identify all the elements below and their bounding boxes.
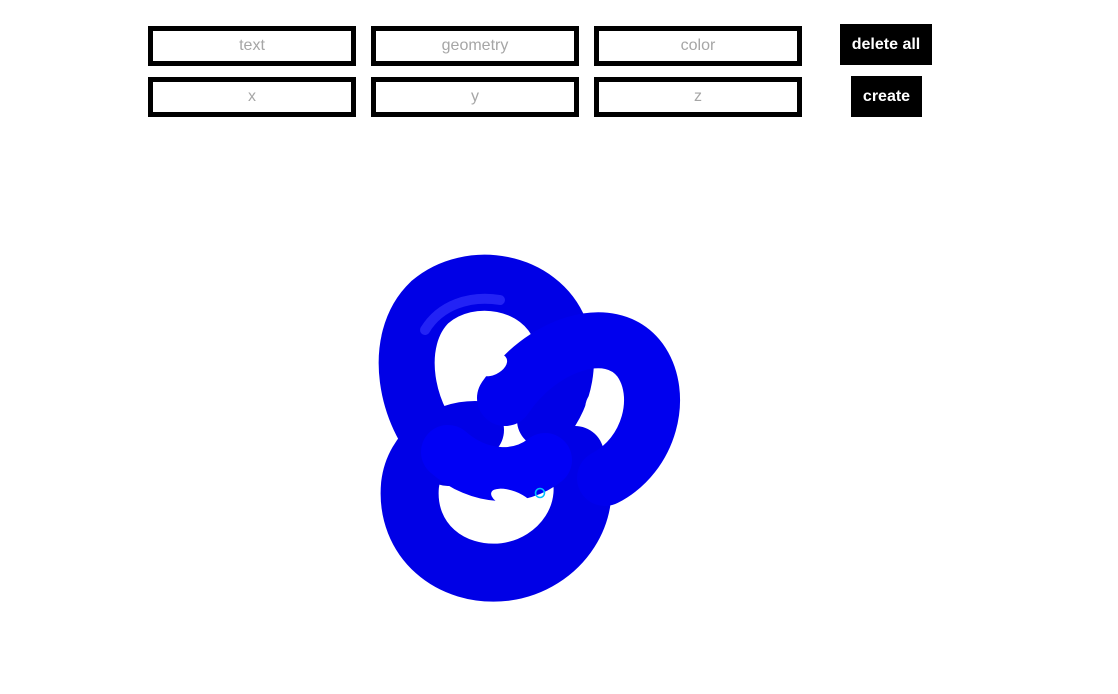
text-input[interactable] bbox=[148, 26, 356, 66]
scene-canvas[interactable] bbox=[0, 130, 1118, 694]
knot-hole-right bbox=[585, 393, 603, 427]
z-input[interactable] bbox=[594, 77, 802, 117]
3d-viewport[interactable] bbox=[0, 130, 1118, 694]
delete-all-button[interactable]: delete all bbox=[840, 24, 932, 65]
torus-knot[interactable] bbox=[378, 254, 680, 602]
geometry-input[interactable] bbox=[371, 26, 579, 66]
app-page: delete all create bbox=[0, 0, 1118, 694]
knot-crossing-front bbox=[421, 425, 572, 502]
x-input[interactable] bbox=[148, 77, 356, 117]
create-button[interactable]: create bbox=[851, 76, 922, 117]
color-input[interactable] bbox=[594, 26, 802, 66]
y-input[interactable] bbox=[371, 77, 579, 117]
